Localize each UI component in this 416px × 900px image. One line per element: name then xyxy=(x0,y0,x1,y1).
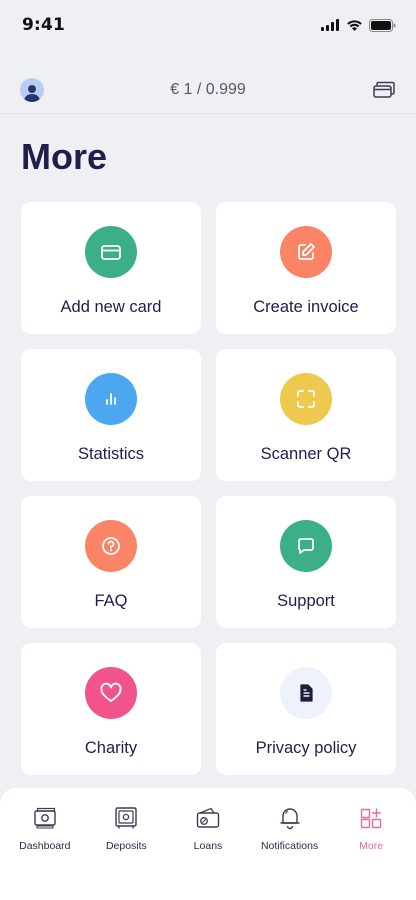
tile-icon-circle xyxy=(85,373,137,425)
tile-charity[interactable]: Charity xyxy=(21,643,201,775)
tab-label: Deposits xyxy=(105,840,147,852)
tile-label: Statistics xyxy=(77,445,145,463)
user-icon xyxy=(24,84,40,102)
tab-label: More xyxy=(359,840,384,852)
bar-chart-icon xyxy=(106,393,116,405)
edit-icon xyxy=(298,243,315,260)
tile-faq[interactable]: FAQ xyxy=(21,496,201,628)
credit-card-icon xyxy=(101,245,121,260)
tile-icon-circle xyxy=(85,520,137,572)
tile-icon-circle xyxy=(280,667,332,719)
tile-icon-circle xyxy=(280,520,332,572)
tile-label: Privacy policy xyxy=(255,739,357,757)
avatar[interactable] xyxy=(20,77,44,102)
actions-grid: Add new card Create invoice Statistics S… xyxy=(21,202,396,775)
balance-text: € 1 / 0.999 xyxy=(170,80,246,98)
tile-label: Create invoice xyxy=(253,298,359,316)
tile-label: FAQ xyxy=(94,592,128,610)
scan-icon xyxy=(297,390,315,408)
tile-label: Scanner QR xyxy=(260,445,352,463)
wallet-icon xyxy=(194,804,222,832)
cards-button[interactable] xyxy=(372,78,396,102)
heart-icon xyxy=(100,682,122,702)
tile-support[interactable]: Support xyxy=(216,496,396,628)
signal-icon xyxy=(321,19,339,31)
tile-label: Support xyxy=(277,592,335,610)
status-time: 9:41 xyxy=(22,15,66,35)
status-bar: 9:41 xyxy=(0,0,416,50)
page-title: More xyxy=(21,136,108,177)
tab-loans[interactable]: Loans xyxy=(169,804,247,900)
battery-icon xyxy=(369,18,396,32)
tab-deposits[interactable]: Deposits xyxy=(87,804,165,900)
tile-icon-circle xyxy=(280,373,332,425)
tile-icon-circle xyxy=(85,667,137,719)
status-icons xyxy=(321,18,396,32)
tab-label: Dashboard xyxy=(19,840,71,852)
wifi-icon xyxy=(347,20,362,31)
tab-label: Loans xyxy=(193,840,223,852)
tab-more[interactable]: More xyxy=(332,804,410,900)
tile-label: Charity xyxy=(84,739,138,757)
money-icon xyxy=(31,804,59,832)
tile-icon-circle xyxy=(85,226,137,278)
document-icon xyxy=(300,684,313,702)
grid-icon xyxy=(357,804,385,832)
tile-icon-circle xyxy=(280,226,332,278)
tile-label: Add new card xyxy=(60,298,162,316)
tab-dashboard[interactable]: Dashboard xyxy=(6,804,84,900)
tile-add-new-card[interactable]: Add new card xyxy=(21,202,201,334)
tile-create-invoice[interactable]: Create invoice xyxy=(216,202,396,334)
chat-icon xyxy=(298,538,314,554)
tile-scanner-qr[interactable]: Scanner QR xyxy=(216,349,396,481)
safe-icon xyxy=(112,804,140,832)
tile-privacy-policy[interactable]: Privacy policy xyxy=(216,643,396,775)
tab-bar: Dashboard Deposits Loans Notifications M… xyxy=(0,788,416,900)
tab-notifications[interactable]: Notifications xyxy=(251,804,329,900)
tile-statistics[interactable]: Statistics xyxy=(21,349,201,481)
bell-icon xyxy=(276,804,304,832)
tab-label: Notifications xyxy=(260,840,319,852)
top-bar: € 1 / 0.999 xyxy=(0,66,416,114)
cards-icon xyxy=(373,81,395,98)
question-icon xyxy=(102,537,120,555)
